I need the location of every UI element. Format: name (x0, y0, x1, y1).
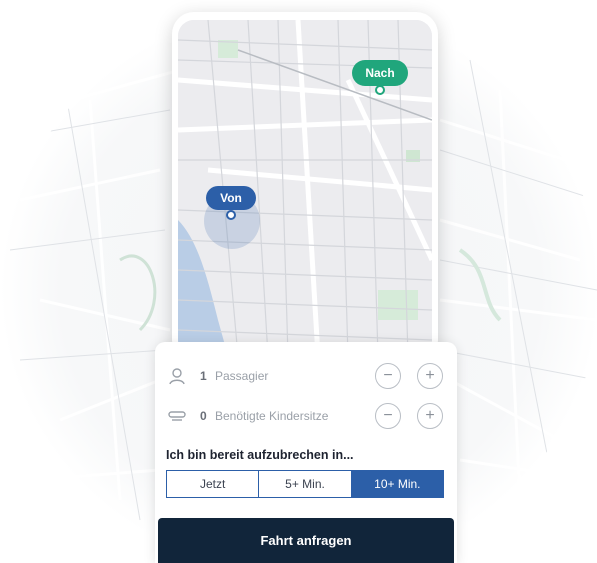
destination-pin[interactable]: Nach (352, 60, 408, 86)
child-seat-plus-button[interactable]: + (417, 403, 443, 429)
minus-icon: − (383, 367, 393, 384)
passenger-minus-button[interactable]: − (375, 363, 401, 389)
plus-icon: + (425, 367, 435, 384)
departure-heading: Ich bin bereit aufzubrechen in... (166, 448, 354, 462)
pickup-pin[interactable]: Von (206, 186, 256, 210)
passenger-row: 1 Passagier − + (155, 362, 457, 390)
person-icon (169, 368, 185, 385)
child-seat-minus-button[interactable]: − (375, 403, 401, 429)
location-pin-icon (375, 85, 385, 95)
passenger-label: Passagier (215, 369, 269, 383)
child-seat-row: 0 Benötigte Kindersitze − + (155, 402, 457, 430)
departure-time-selector: Jetzt 5+ Min. 10+ Min. (166, 470, 444, 498)
passenger-count: 1 (200, 369, 207, 383)
passenger-plus-button[interactable]: + (417, 363, 443, 389)
departure-option-10min[interactable]: 10+ Min. (351, 471, 443, 497)
departure-option-now[interactable]: Jetzt (167, 471, 260, 497)
booking-panel: 1 Passagier − + 0 Benötigte Kindersitze … (155, 342, 457, 563)
request-ride-button[interactable]: Fahrt anfragen (158, 518, 454, 563)
minus-icon: − (383, 407, 393, 424)
child-seat-icon (168, 411, 186, 421)
location-pin-icon (226, 210, 236, 220)
plus-icon: + (425, 407, 435, 424)
child-seat-label: Benötigte Kindersitze (215, 409, 329, 423)
departure-option-5min[interactable]: 5+ Min. (259, 471, 352, 497)
child-seat-count: 0 (200, 409, 207, 423)
